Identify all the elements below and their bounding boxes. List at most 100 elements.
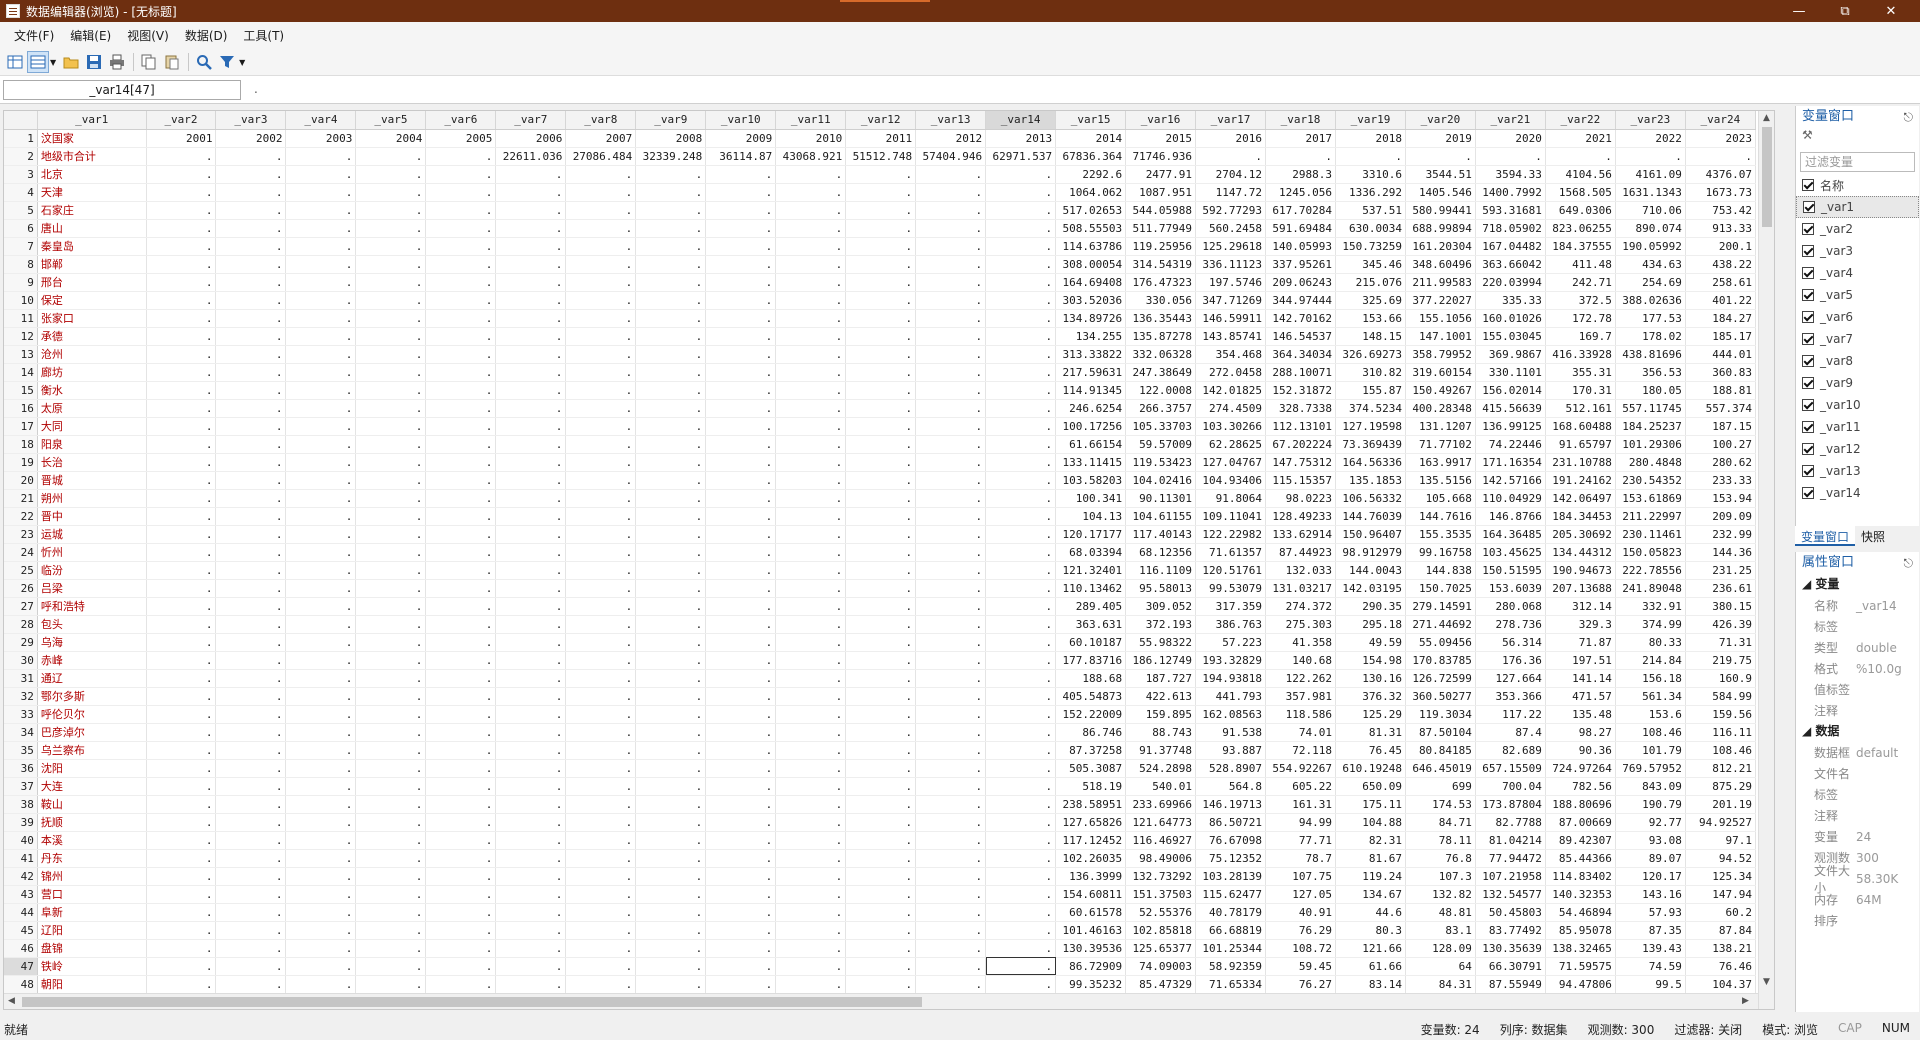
grid-cell[interactable]: .	[146, 273, 217, 292]
grid-cell[interactable]: 67836.364	[1055, 147, 1127, 166]
grid-cell[interactable]: 152.22009	[1055, 705, 1127, 724]
grid-corner[interactable]	[4, 111, 38, 130]
grid-cell[interactable]: .	[1685, 147, 1757, 166]
grid-cell[interactable]: 142.70162	[1265, 309, 1336, 328]
grid-cell[interactable]: .	[915, 669, 987, 688]
grid-cell[interactable]: 242.71	[1545, 273, 1616, 292]
grid-cell[interactable]: 150.05823	[1615, 543, 1686, 562]
grid-cell[interactable]: 357.981	[1265, 687, 1336, 706]
grid-cell[interactable]: .	[705, 363, 777, 382]
grid-cell[interactable]: .	[425, 633, 497, 652]
grid-cell[interactable]: .	[215, 453, 287, 472]
grid-cell[interactable]: .	[985, 543, 1057, 562]
grid-cell[interactable]: 411.48	[1545, 255, 1616, 274]
grid-cell[interactable]: .	[565, 741, 637, 760]
grid-cell[interactable]: 99.16758	[1405, 543, 1476, 562]
grid-cell[interactable]: .	[425, 579, 497, 598]
grid-cell[interactable]: .	[425, 543, 497, 562]
grid-cell[interactable]: .	[425, 489, 497, 508]
grid-cell[interactable]: 盘锦	[37, 939, 147, 958]
grid-cell[interactable]: .	[985, 327, 1057, 346]
grid-cell[interactable]: .	[985, 417, 1057, 436]
grid-cell[interactable]: .	[985, 921, 1057, 940]
grid-cell[interactable]: 石家庄	[37, 201, 147, 220]
grid-cell[interactable]: .	[285, 417, 357, 436]
grid-cell[interactable]: .	[215, 957, 287, 976]
grid-cell[interactable]: 159.56	[1685, 705, 1757, 724]
grid-cell[interactable]: 295.18	[1335, 615, 1406, 634]
grid-cell[interactable]: .	[285, 525, 357, 544]
grid-cell[interactable]: .	[565, 867, 637, 886]
grid-cell[interactable]: 71746.936	[1125, 147, 1197, 166]
grid-cell[interactable]: .	[985, 201, 1057, 220]
grid-cell[interactable]: .	[915, 651, 987, 670]
grid-cell[interactable]: .	[775, 741, 847, 760]
grid-cell[interactable]: 146.59911	[1195, 309, 1267, 328]
grid-cell[interactable]: .	[146, 867, 217, 886]
grid-cell[interactable]: .	[985, 597, 1057, 616]
grid-cell[interactable]: .	[915, 849, 987, 868]
row-number[interactable]: 2	[4, 147, 38, 166]
grid-cell[interactable]: .	[355, 741, 427, 760]
grid-cell[interactable]: .	[146, 291, 217, 310]
row-number[interactable]: 18	[4, 435, 38, 454]
grid-cell[interactable]: 160.01026	[1475, 309, 1546, 328]
grid-cell[interactable]: 太原	[37, 399, 147, 418]
row-number[interactable]: 1	[4, 129, 38, 148]
grid-cell[interactable]: .	[775, 633, 847, 652]
grid-cell[interactable]: .	[915, 399, 987, 418]
variable-checkbox[interactable]	[1802, 289, 1814, 301]
grid-cell[interactable]: .	[215, 399, 287, 418]
row-number[interactable]: 30	[4, 651, 38, 670]
grid-cell[interactable]: .	[355, 813, 427, 832]
grid-cell[interactable]: 105.668	[1405, 489, 1476, 508]
grid-cell[interactable]: .	[775, 273, 847, 292]
row-number[interactable]: 31	[4, 669, 38, 688]
grid-cell[interactable]: .	[845, 237, 917, 256]
grid-cell[interactable]: .	[285, 147, 357, 166]
grid-cell[interactable]: .	[635, 255, 707, 274]
grid-cell[interactable]: .	[495, 417, 567, 436]
grid-cell[interactable]: 承德	[37, 327, 147, 346]
grid-cell[interactable]: 67.202224	[1265, 435, 1336, 454]
grid-cell[interactable]: .	[355, 561, 427, 580]
grid-cell[interactable]: 875.29	[1685, 777, 1757, 796]
column-header[interactable]: _var6	[425, 111, 497, 130]
grid-cell[interactable]: .	[355, 921, 427, 940]
grid-cell[interactable]: .	[635, 597, 707, 616]
grid-cell[interactable]: 3544.51	[1405, 165, 1476, 184]
column-header[interactable]: _var24	[1685, 111, 1757, 130]
grid-cell[interactable]: .	[355, 147, 427, 166]
grid-cell[interactable]: 537.51	[1335, 201, 1406, 220]
property-group-variable[interactable]: ◢ 变量	[1796, 574, 1919, 595]
row-number[interactable]: 14	[4, 363, 38, 382]
grid-cell[interactable]: .	[355, 507, 427, 526]
grid-cell[interactable]: .	[915, 525, 987, 544]
grid-cell[interactable]: .	[565, 219, 637, 238]
grid-cell[interactable]: .	[146, 453, 217, 472]
grid-cell[interactable]: .	[845, 255, 917, 274]
grid-cell[interactable]: .	[146, 435, 217, 454]
grid-cell[interactable]: 赤峰	[37, 651, 147, 670]
variable-list-item[interactable]: _var6	[1796, 306, 1919, 328]
grid-cell[interactable]: 阜新	[37, 903, 147, 922]
grid-cell[interactable]: .	[985, 849, 1057, 868]
grid-cell[interactable]: 104.13	[1055, 507, 1127, 526]
grid-cell[interactable]: .	[775, 687, 847, 706]
grid-cell[interactable]: .	[285, 759, 357, 778]
grid-cell[interactable]: 57404.946	[915, 147, 987, 166]
grid-cell[interactable]: .	[775, 561, 847, 580]
grid-cell[interactable]: 103.28139	[1195, 867, 1267, 886]
grid-cell[interactable]: .	[565, 921, 637, 940]
grid-cell[interactable]: 177.53	[1615, 309, 1686, 328]
grid-cell[interactable]: .	[355, 363, 427, 382]
grid-cell[interactable]: .	[146, 219, 217, 238]
grid-cell[interactable]: 保定	[37, 291, 147, 310]
grid-cell[interactable]: 241.89048	[1615, 579, 1686, 598]
grid-cell[interactable]: .	[705, 939, 777, 958]
grid-cell[interactable]: 386.763	[1195, 615, 1267, 634]
grid-cell[interactable]: .	[845, 903, 917, 922]
grid-cell[interactable]: 376.32	[1335, 687, 1406, 706]
grid-cell[interactable]: .	[775, 435, 847, 454]
grid-cell[interactable]: .	[425, 327, 497, 346]
